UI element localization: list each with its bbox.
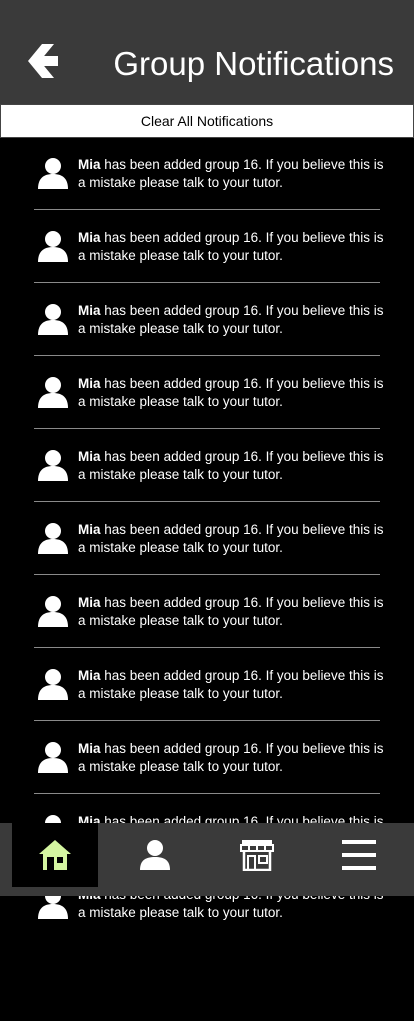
notification-item[interactable]: Mia has been added group 16. If you beli… [34,721,384,794]
notification-message: has been added group 16. If you believe … [78,157,384,190]
user-avatar-icon [38,523,68,554]
user-avatar-icon [38,377,68,408]
notification-item[interactable]: Mia has been added group 16. If you beli… [34,429,384,502]
home-icon [39,840,71,870]
profile-icon [140,840,170,870]
nav-profile-button[interactable] [112,823,198,887]
nav-menu-button[interactable] [316,823,402,887]
notification-list: Mia has been added group 16. If you beli… [0,137,414,939]
header: Group Notifications [0,0,414,104]
notification-sender: Mia [78,230,101,245]
notification-sender: Mia [78,157,101,172]
notification-sender: Mia [78,449,101,464]
user-avatar-icon [38,158,68,189]
notification-item[interactable]: Mia has been added group 16. If you beli… [34,210,384,283]
notification-message: has been added group 16. If you believe … [78,230,384,263]
user-avatar-icon [38,450,68,481]
back-arrow-icon [28,44,58,78]
clear-all-notifications-button[interactable]: Clear All Notifications [0,104,414,138]
user-avatar-icon [38,669,68,700]
notification-message: has been added group 16. If you believe … [78,522,384,555]
notification-sender: Mia [78,741,101,756]
menu-icon [342,840,376,870]
user-avatar-icon [38,231,68,262]
notification-item[interactable]: Mia has been added group 16. If you beli… [34,356,384,429]
user-avatar-icon [38,596,68,627]
notification-message: has been added group 16. If you believe … [78,449,384,482]
notification-message: has been added group 16. If you believe … [78,303,384,336]
notification-item[interactable]: Mia has been added group 16. If you beli… [34,575,384,648]
bottom-nav [0,823,414,896]
page-title: Group Notifications [113,45,394,82]
user-avatar-icon [38,742,68,773]
notification-sender: Mia [78,303,101,318]
back-button[interactable] [22,42,62,80]
notification-message: has been added group 16. If you believe … [78,595,384,628]
notification-message: has been added group 16. If you believe … [78,376,384,409]
notification-sender: Mia [78,522,101,537]
notification-item[interactable]: Mia has been added group 16. If you beli… [34,648,384,721]
nav-store-button[interactable] [214,823,300,887]
notification-message: has been added group 16. If you believe … [78,741,384,774]
store-icon [240,840,274,871]
notification-item[interactable]: Mia has been added group 16. If you beli… [34,283,384,356]
notification-item[interactable]: Mia has been added group 16. If you beli… [34,137,384,210]
nav-home-button[interactable] [12,823,98,887]
notification-message: has been added group 16. If you believe … [78,668,384,701]
notification-item[interactable]: Mia has been added group 16. If you beli… [34,502,384,575]
notification-sender: Mia [78,668,101,683]
user-avatar-icon [38,304,68,335]
notification-sender: Mia [78,376,101,391]
notification-sender: Mia [78,595,101,610]
